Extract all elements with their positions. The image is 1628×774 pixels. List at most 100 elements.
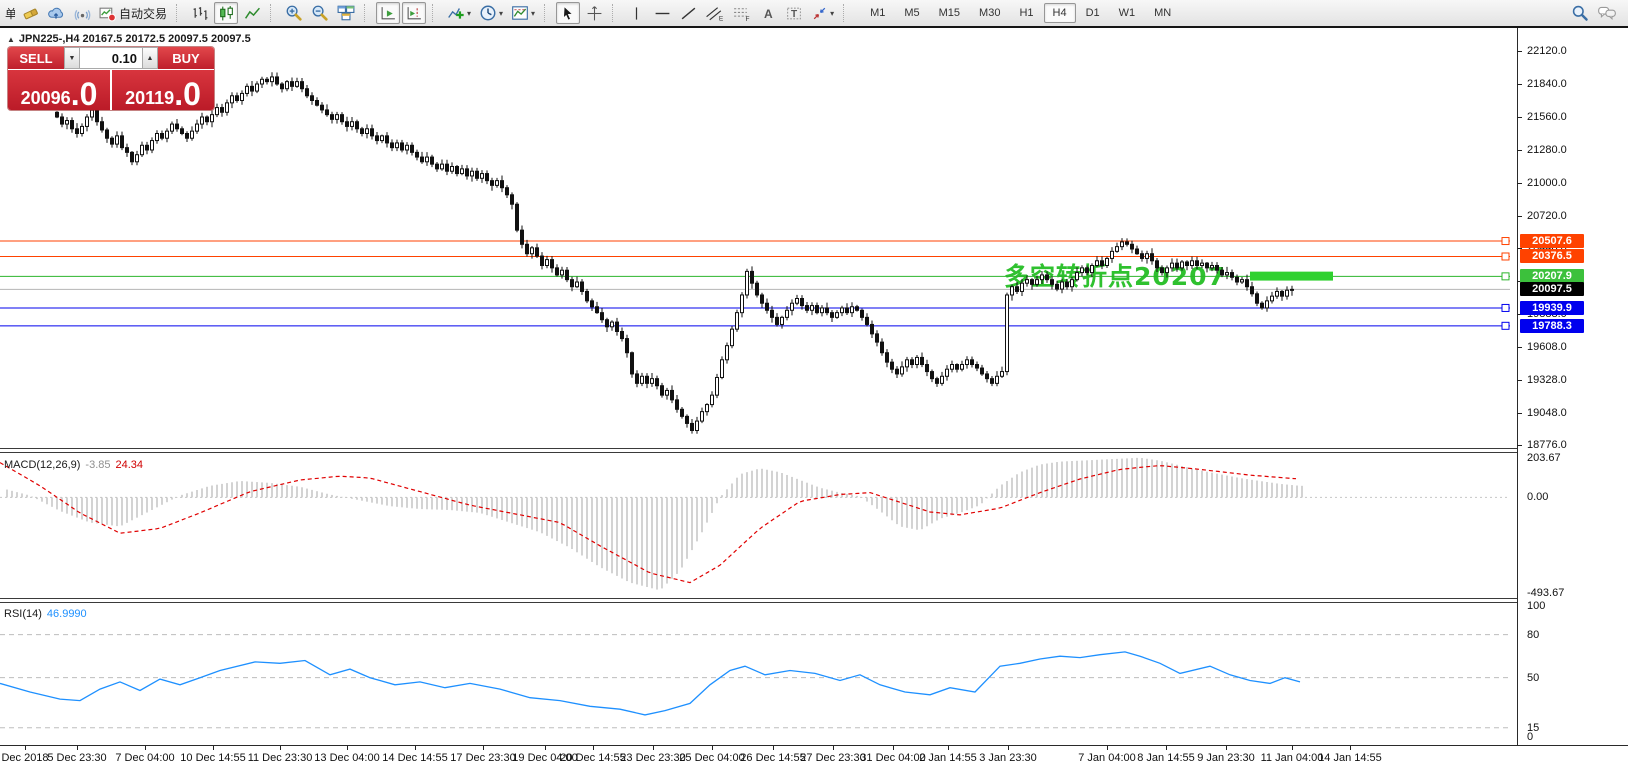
candle bbox=[910, 357, 914, 369]
time-axis-label: 5 Dec 23:30 bbox=[47, 752, 107, 764]
crosshair-icon[interactable] bbox=[582, 2, 606, 24]
text-icon[interactable]: A bbox=[756, 2, 780, 24]
candle bbox=[610, 320, 614, 331]
search-icon[interactable] bbox=[1568, 2, 1592, 24]
time-axis-label: 27 Dec 23:30 bbox=[800, 752, 866, 764]
timeframe-button-w1[interactable]: W1 bbox=[1110, 3, 1145, 23]
price-axis-label: 21560.0 bbox=[1527, 111, 1567, 123]
candle bbox=[205, 115, 209, 126]
timeframe-button-h4[interactable]: H4 bbox=[1043, 3, 1076, 23]
time-axis-tick bbox=[893, 746, 894, 750]
buy-price-panel[interactable]: 20119.0 bbox=[112, 70, 214, 110]
auto-trading-button[interactable]: 自动交易 bbox=[96, 2, 170, 24]
one-click-collapse-arrow[interactable]: ▲ bbox=[7, 35, 15, 44]
candle bbox=[355, 119, 359, 133]
publish-cloud-icon[interactable] bbox=[44, 2, 68, 24]
candlestick-chart-icon[interactable] bbox=[214, 2, 239, 24]
candle bbox=[540, 252, 544, 270]
time-axis[interactable]: Dec 2018 5 Dec 23:30 7 Dec 04:00 10 Dec 14:… bbox=[0, 746, 1628, 774]
price-level-tag[interactable]: 19939.9 bbox=[1520, 301, 1584, 315]
price-level-tag[interactable]: 20376.5 bbox=[1520, 249, 1584, 263]
level-line-handle[interactable] bbox=[1501, 252, 1510, 261]
candle bbox=[150, 137, 154, 154]
eraser-icon[interactable] bbox=[18, 2, 42, 24]
tile-windows-icon[interactable] bbox=[334, 2, 358, 24]
line-chart-icon[interactable] bbox=[240, 2, 264, 24]
candle bbox=[365, 124, 369, 139]
price-axis-tick bbox=[1517, 51, 1522, 52]
timeframe-button-mn[interactable]: MN bbox=[1145, 3, 1180, 23]
candle bbox=[1095, 256, 1099, 268]
candle bbox=[845, 303, 849, 316]
current-price-tag[interactable]: 20097.5 bbox=[1520, 282, 1584, 296]
macd-value-signal: 24.34 bbox=[115, 459, 144, 471]
trend-line-icon[interactable] bbox=[676, 2, 700, 24]
level-line-handle[interactable] bbox=[1501, 303, 1510, 312]
buy-button[interactable]: BUY bbox=[158, 47, 214, 69]
sell-price-panel[interactable]: 20096.0 bbox=[8, 70, 110, 110]
sell-button[interactable]: SELL bbox=[8, 47, 64, 69]
time-axis-tick bbox=[213, 746, 214, 750]
candle bbox=[445, 159, 449, 176]
horizontal-line-icon[interactable] bbox=[650, 2, 674, 24]
price-axis-label: 21280.0 bbox=[1527, 144, 1567, 156]
indicators-dropdown-caret[interactable]: ▾ bbox=[467, 9, 471, 18]
periods-dropdown-caret[interactable]: ▾ bbox=[499, 9, 503, 18]
highlight-rectangle[interactable] bbox=[1250, 271, 1333, 281]
timeframe-button-m5[interactable]: M5 bbox=[895, 3, 928, 23]
candle bbox=[270, 72, 274, 87]
candle bbox=[190, 126, 194, 141]
candle bbox=[455, 164, 459, 177]
macd-name: MACD(12,26,9) bbox=[4, 459, 81, 471]
candle bbox=[890, 358, 894, 374]
zoom-in-icon[interactable] bbox=[282, 2, 306, 24]
candle bbox=[400, 139, 404, 153]
price-level-tag[interactable]: 20207.9 bbox=[1520, 269, 1584, 283]
candle bbox=[275, 72, 279, 86]
cursor-icon[interactable] bbox=[556, 2, 581, 24]
timeframe-button-h1[interactable]: H1 bbox=[1010, 3, 1042, 23]
timeframe-button-d1[interactable]: D1 bbox=[1077, 3, 1109, 23]
arrows-dropdown-caret[interactable]: ▾ bbox=[830, 9, 834, 18]
candle bbox=[650, 372, 654, 387]
volume-decrease-button[interactable]: ▼ bbox=[64, 47, 80, 69]
time-axis-tick bbox=[948, 746, 949, 750]
timeframe-button-m1[interactable]: M1 bbox=[861, 3, 894, 23]
timeframe-button-m30[interactable]: M30 bbox=[970, 3, 1009, 23]
indicators-icon[interactable]: ▾ bbox=[444, 2, 474, 24]
timeframe-button-m15[interactable]: M15 bbox=[930, 3, 969, 23]
candle bbox=[430, 154, 434, 168]
level-line-handle[interactable] bbox=[1501, 237, 1510, 246]
chart-shift-icon[interactable] bbox=[402, 2, 427, 24]
bar-chart-icon[interactable] bbox=[188, 2, 212, 24]
chat-icon[interactable] bbox=[1594, 2, 1620, 24]
level-line-handle[interactable] bbox=[1501, 321, 1510, 330]
equidistant-channel-icon[interactable]: E bbox=[702, 2, 727, 24]
price-axis-label: 22120.0 bbox=[1527, 45, 1567, 57]
vertical-line-icon[interactable] bbox=[624, 2, 648, 24]
candle bbox=[285, 79, 289, 92]
arrows-icon[interactable]: ▾ bbox=[808, 2, 837, 24]
signals-icon[interactable] bbox=[70, 2, 94, 24]
templates-dropdown-caret[interactable]: ▾ bbox=[531, 9, 535, 18]
candle bbox=[425, 152, 429, 166]
candle bbox=[525, 239, 529, 257]
fibonacci-icon[interactable]: F bbox=[729, 2, 754, 24]
price-level-tag[interactable]: 20507.6 bbox=[1520, 234, 1584, 248]
text-label-icon[interactable]: T bbox=[782, 2, 806, 24]
periods-clock-icon[interactable]: ▾ bbox=[476, 2, 506, 24]
price-level-tag[interactable]: 19788.3 bbox=[1520, 319, 1584, 333]
candle bbox=[1225, 266, 1229, 280]
candle bbox=[740, 292, 744, 318]
templates-icon[interactable]: ▾ bbox=[508, 2, 538, 24]
level-line-handle[interactable] bbox=[1501, 272, 1510, 281]
zoom-out-icon[interactable] bbox=[308, 2, 332, 24]
candle bbox=[725, 342, 729, 364]
candle bbox=[660, 382, 664, 398]
volume-input[interactable] bbox=[80, 47, 142, 69]
new-order-button[interactable]: 单 bbox=[2, 2, 16, 24]
auto-scroll-icon[interactable] bbox=[376, 2, 401, 24]
volume-increase-button[interactable]: ▲ bbox=[142, 47, 158, 69]
time-axis-label: 31 Dec 04:00 bbox=[860, 752, 926, 764]
price-axis[interactable]: 22120.0 21840.0 21560.0 21280.0 21000.0 20720… bbox=[1517, 28, 1628, 745]
